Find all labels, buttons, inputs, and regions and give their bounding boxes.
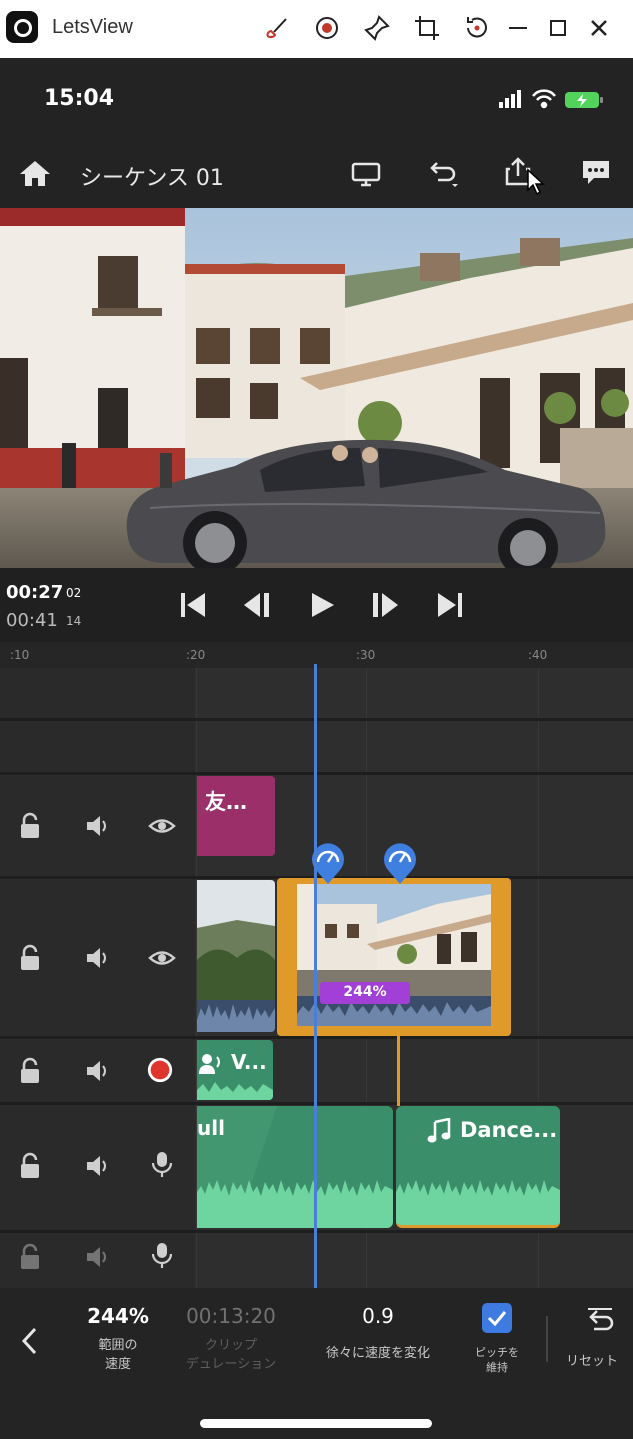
preserve-pitch-checkbox[interactable] bbox=[482, 1303, 512, 1333]
signal-icon bbox=[499, 90, 521, 108]
step-forward-icon[interactable] bbox=[370, 590, 400, 620]
track-header-column bbox=[0, 668, 195, 1288]
home-icon[interactable] bbox=[18, 158, 52, 188]
voiceover-clip[interactable]: V... bbox=[197, 1040, 273, 1100]
speaker-icon[interactable] bbox=[84, 944, 112, 972]
range-speed-control[interactable]: 244% 範囲の 速度 bbox=[68, 1304, 168, 1374]
home-indicator[interactable] bbox=[200, 1419, 432, 1428]
letsview-logo-icon bbox=[6, 11, 38, 43]
play-icon[interactable] bbox=[308, 590, 338, 620]
lock-icon[interactable] bbox=[17, 944, 45, 972]
record-voiceover-icon[interactable] bbox=[146, 1056, 176, 1086]
video-clip[interactable] bbox=[197, 880, 275, 1032]
clip-duration-label-2: デュレーション bbox=[185, 1357, 277, 1372]
speed-badge-label: 244% bbox=[343, 984, 387, 1000]
total-frames: 14 bbox=[66, 614, 82, 628]
speed-badge[interactable]: 244% bbox=[320, 982, 410, 1004]
checkmark-icon bbox=[487, 1311, 507, 1327]
back-chevron-icon[interactable] bbox=[16, 1324, 44, 1358]
eye-icon[interactable] bbox=[148, 944, 176, 972]
undo-icon[interactable] bbox=[424, 158, 460, 190]
clip-duration-label-1: クリップ bbox=[204, 1338, 257, 1353]
clip-duration-value: 00:13:20 bbox=[186, 1304, 276, 1328]
range-speed-label-2: 速度 bbox=[104, 1357, 131, 1372]
pin-icon[interactable] bbox=[362, 13, 392, 43]
step-back-icon[interactable] bbox=[242, 590, 272, 620]
title-clip-label: 友… bbox=[205, 790, 247, 814]
video-preview[interactable] bbox=[0, 208, 633, 568]
speed-keyframe-icon[interactable] bbox=[380, 840, 420, 886]
close-icon[interactable] bbox=[584, 13, 614, 43]
microphone-icon[interactable] bbox=[148, 1241, 176, 1269]
ruler-tick: :20 bbox=[186, 648, 206, 662]
window-title: LetsView bbox=[52, 16, 133, 38]
lock-icon[interactable] bbox=[17, 1152, 45, 1180]
selected-clip-thumbnail bbox=[297, 884, 491, 1026]
lock-icon[interactable] bbox=[17, 1057, 45, 1085]
crop-icon[interactable] bbox=[412, 13, 442, 43]
total-time: 00:41 bbox=[6, 610, 58, 631]
battery-icon bbox=[565, 92, 603, 108]
speed-ramp-label: 徐々に速度を変化 bbox=[325, 1346, 430, 1361]
title-clip[interactable]: 友… bbox=[197, 776, 275, 856]
comment-icon[interactable] bbox=[580, 158, 612, 188]
brush-icon[interactable] bbox=[262, 13, 292, 43]
eye-icon[interactable] bbox=[148, 812, 176, 840]
speed-ramp-value: 0.9 bbox=[362, 1304, 394, 1328]
mouse-cursor-icon bbox=[526, 168, 546, 196]
skip-to-end-icon[interactable] bbox=[435, 590, 465, 620]
skip-to-start-icon[interactable] bbox=[178, 590, 208, 620]
lock-icon[interactable] bbox=[17, 1243, 45, 1271]
ruler-tick: :30 bbox=[356, 648, 376, 662]
speaker-icon[interactable] bbox=[84, 1152, 112, 1180]
music-clip-dance[interactable]: Dance... bbox=[396, 1106, 560, 1228]
sequence-title[interactable]: シーケンス 01 bbox=[80, 160, 224, 192]
toolbar-divider bbox=[546, 1316, 548, 1362]
reset-icon[interactable] bbox=[584, 1305, 616, 1333]
link-connector bbox=[397, 1036, 400, 1106]
clip-duration-control: 00:13:20 クリップ デュレーション bbox=[166, 1304, 296, 1374]
wifi-icon bbox=[532, 89, 556, 109]
preserve-pitch-label-2: 維持 bbox=[486, 1361, 508, 1374]
rotate-icon[interactable] bbox=[462, 13, 492, 43]
status-icons bbox=[497, 88, 607, 110]
voiceover-icon bbox=[199, 1054, 220, 1074]
lock-icon[interactable] bbox=[17, 812, 45, 840]
microphone-icon[interactable] bbox=[148, 1150, 176, 1178]
minimize-icon[interactable] bbox=[503, 13, 533, 43]
speed-ramp-control[interactable]: 0.9 徐々に速度を変化 bbox=[300, 1304, 456, 1363]
music-clip[interactable]: ull bbox=[197, 1106, 393, 1228]
music-note-icon bbox=[427, 1118, 451, 1143]
current-frames: 02 bbox=[66, 586, 82, 600]
preserve-pitch-label-1: ピッチを bbox=[475, 1346, 519, 1359]
range-speed-label-1: 範囲の bbox=[98, 1338, 138, 1353]
preserve-pitch-label-group: ピッチを 維持 bbox=[462, 1345, 532, 1375]
range-speed-value: 244% bbox=[87, 1304, 149, 1328]
video-frame-image bbox=[0, 208, 633, 568]
dance-clip-label: Dance... bbox=[460, 1118, 558, 1142]
voiceover-clip-label: V... bbox=[231, 1050, 267, 1074]
music-clip-label: ull bbox=[197, 1116, 225, 1140]
status-time: 15:04 bbox=[44, 86, 115, 111]
speaker-icon[interactable] bbox=[84, 812, 112, 840]
ruler-tick: :10 bbox=[10, 648, 30, 662]
current-time: 00:27 bbox=[6, 582, 64, 603]
playhead[interactable] bbox=[314, 664, 317, 1288]
reset-label[interactable]: リセット bbox=[566, 1352, 633, 1371]
speaker-icon[interactable] bbox=[84, 1243, 112, 1271]
record-icon[interactable] bbox=[312, 13, 342, 43]
maximize-icon[interactable] bbox=[543, 13, 573, 43]
ruler-tick: :40 bbox=[528, 648, 548, 662]
music-clip-waveform bbox=[197, 1106, 393, 1228]
video-clip-thumbnail bbox=[197, 880, 275, 1032]
monitor-icon[interactable] bbox=[350, 160, 382, 188]
speaker-icon[interactable] bbox=[84, 1057, 112, 1085]
